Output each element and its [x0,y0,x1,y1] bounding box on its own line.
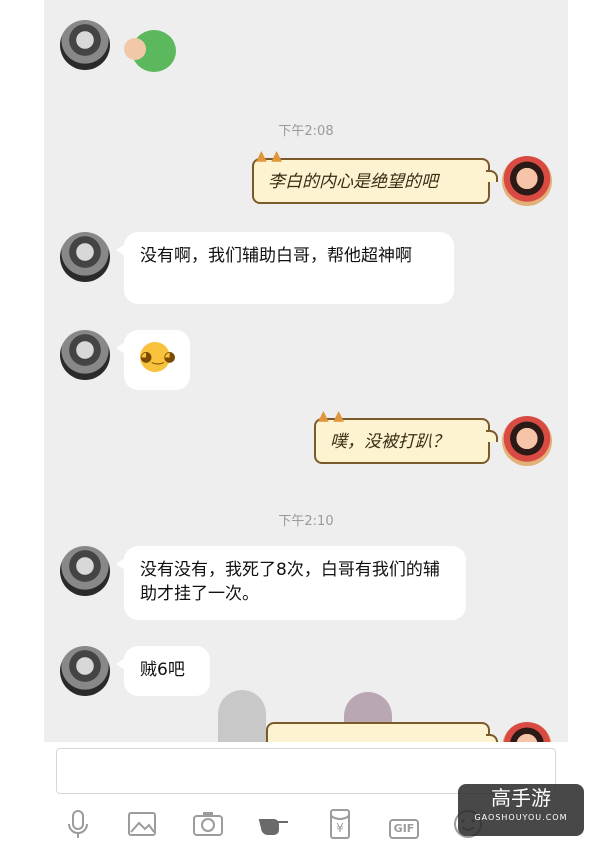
contact-avatar[interactable] [60,546,110,596]
timestamp: 下午2:10 [278,514,334,529]
self-avatar[interactable] [502,156,552,206]
message-text: 没有啊，我们辅助白哥，帮他超神啊 [140,246,412,266]
message-bubble[interactable]: ◕‿◕ [116,330,190,390]
contact-avatar[interactable] [60,232,110,282]
green-dinosaur-sticker [124,24,180,76]
message-bubble[interactable]: 没有啊，我们辅助白哥，帮他超神啊 [116,232,454,304]
message-bubble[interactable]: 没有没有，我死了8次，白哥有我们的辅助才挂了一次。 [116,546,466,620]
cat-ears-icon: ▲ ▲ [318,408,344,424]
message-text: 噗，没被打趴？ [330,432,449,452]
contact-avatar[interactable] [60,20,110,70]
message-text: 没有没有，我死了8次，白哥有我们的辅助才挂了一次。 [140,560,440,604]
message-text: 贼6吧 [140,660,185,680]
message-text: 李白的内心是绝望的吧 [268,172,438,192]
message-note-bubble[interactable]: ▲ ▲ 噗，没被打趴？ [314,408,498,464]
self-avatar[interactable] [502,722,552,742]
chat-area[interactable]: 下午2:08 ▲ ▲ 李白的内心是绝望的吧 没有啊，我们辅助白哥，帮他超神啊 ◕… [44,0,568,742]
microphone-icon[interactable] [60,806,96,842]
message-note-bubble[interactable] [266,722,498,742]
contact-avatar[interactable] [60,646,110,696]
camera-icon[interactable] [190,806,226,842]
timestamp: 下午2:08 [278,124,334,139]
cat-ears-icon: ▲ ▲ [256,148,282,164]
poke-icon[interactable] [256,806,292,842]
watermark-logo: 高手游 GAOSHOUYOU.COM [458,784,584,836]
self-avatar[interactable] [502,416,552,466]
cat-blush-emoji: ◕‿◕ [140,342,176,372]
red-packet-symbol: ¥ [336,821,344,835]
message-note-bubble[interactable]: ▲ ▲ 李白的内心是绝望的吧 [252,148,498,204]
image-icon[interactable] [124,806,160,842]
watermark-brand: 高手游 [491,786,551,810]
contact-avatar[interactable] [60,330,110,380]
gray-character-sticker [218,690,266,742]
gif-label: GIF [388,819,420,839]
watermark-domain: GAOSHOUYOU.COM [474,813,568,822]
red-packet-icon[interactable]: ¥ [322,806,358,842]
message-bubble[interactable]: 贼6吧 [116,646,210,696]
gif-icon[interactable]: GIF [386,806,422,842]
